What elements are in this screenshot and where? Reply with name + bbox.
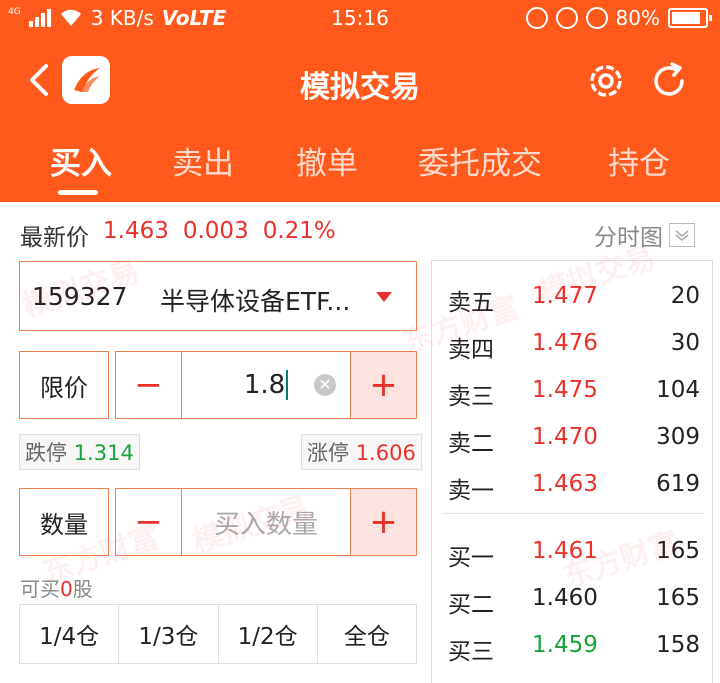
price-input[interactable]: 1.8 ✕ — [182, 352, 350, 418]
rotation-lock-icon — [555, 7, 578, 29]
quantity-stepper: − 买入数量 + — [115, 488, 417, 556]
quote-line: 最新价 1.463 0.003 0.21% — [20, 218, 336, 252]
title-bar: 模拟交易 — [0, 40, 720, 120]
ask-row: 卖一 1.463 619 — [448, 471, 700, 505]
price-change-pct: 0.21% — [262, 218, 336, 244]
ratio-third-button[interactable]: 1/3仓 — [119, 605, 219, 663]
ratio-half-button[interactable]: 1/2仓 — [219, 605, 318, 663]
limit-up-badge: 涨停 1.606 — [301, 434, 422, 470]
bid-volume: 158 — [656, 632, 700, 658]
clock: 15:16 — [331, 6, 389, 30]
ask-volume: 20 — [670, 283, 700, 309]
limit-up-price: 1.606 — [355, 441, 416, 465]
limit-down-label: 跌停 — [25, 441, 67, 465]
tab-cancel[interactable]: 撤单 — [296, 138, 358, 183]
ask-volume: 309 — [656, 424, 700, 450]
ask-price: 1.477 — [532, 283, 598, 309]
bid-price: 1.459 — [532, 632, 598, 658]
ask-label: 卖二 — [448, 431, 494, 457]
battery-icon — [668, 8, 712, 28]
stock-name: 半导体设备ETF... — [160, 287, 351, 316]
ask-volume: 619 — [656, 471, 700, 497]
limit-down-price: 1.314 — [73, 441, 134, 465]
price-stepper: − 1.8 ✕ + — [115, 351, 417, 419]
chevron-down-icon — [669, 223, 695, 247]
price-type-selector[interactable]: 限价 — [19, 351, 109, 419]
stock-selector[interactable]: 159327 半导体设备ETF... — [19, 261, 417, 331]
price-minus-button[interactable]: − — [116, 352, 182, 418]
bid-label: 买一 — [448, 545, 494, 571]
bid-row: 买三 1.459 158 — [448, 632, 700, 666]
can-buy-prefix: 可买 — [20, 577, 60, 601]
quantity-placeholder: 买入数量 — [213, 509, 318, 540]
battery-percent: 80% — [615, 6, 660, 30]
text-cursor — [286, 370, 289, 400]
stock-code: 159327 — [32, 282, 128, 311]
price-change: 0.003 — [182, 218, 249, 244]
quantity-input[interactable]: 买入数量 — [182, 489, 350, 555]
bid-row: 买二 1.460 165 — [448, 585, 700, 619]
latest-price-label: 最新价 — [20, 225, 89, 251]
trade-tabs: 买入 卖出 撤单 委托成交 持仓 — [0, 138, 720, 202]
bid-volume: 165 — [656, 585, 700, 611]
ask-row: 卖二 1.470 309 — [448, 424, 700, 458]
limit-up-label: 涨停 — [307, 441, 349, 465]
tab-buy[interactable]: 买入 — [50, 138, 112, 183]
price-plus-button[interactable]: + — [350, 352, 416, 418]
ask-volume: 30 — [670, 330, 700, 356]
ask-price: 1.476 — [532, 330, 598, 356]
book-divider — [442, 513, 704, 514]
ratio-full-button[interactable]: 全仓 — [318, 605, 416, 663]
ask-row: 卖五 1.477 20 — [448, 283, 700, 317]
ask-volume: 104 — [656, 377, 700, 403]
tab-orders[interactable]: 委托成交 — [418, 138, 542, 183]
bid-volume: 165 — [656, 538, 700, 564]
available-to-buy: 可买0股 — [20, 573, 93, 602]
ask-label: 卖一 — [448, 478, 494, 504]
quantity-plus-button[interactable]: + — [350, 489, 416, 555]
ask-price: 1.463 — [532, 471, 598, 497]
clear-icon[interactable]: ✕ — [314, 374, 336, 396]
ask-label: 卖三 — [448, 384, 494, 410]
bid-label: 买二 — [448, 592, 494, 618]
quantity-minus-button[interactable]: − — [116, 489, 182, 555]
limit-down-badge: 跌停 1.314 — [19, 434, 140, 470]
quantity-label-box: 数量 — [19, 488, 109, 556]
bid-row: 买一 1.461 165 — [448, 538, 700, 572]
bid-price: 1.461 — [532, 538, 598, 564]
active-tab-indicator — [58, 190, 98, 195]
app-header: 4G 3 KB/s VoLTE 15:16 80% 模拟交易 买入 卖出 撤单 … — [0, 0, 720, 202]
bid-price: 1.460 — [532, 585, 598, 611]
position-ratio-buttons: 1/4仓 1/3仓 1/2仓 全仓 — [19, 604, 417, 664]
status-bar: 4G 3 KB/s VoLTE 15:16 80% — [0, 0, 720, 38]
order-book: 卖五 1.477 20 卖四 1.476 30 卖三 1.475 104 卖二 … — [431, 260, 713, 683]
ask-label: 卖五 — [448, 290, 494, 316]
ask-price: 1.475 — [532, 377, 598, 403]
can-buy-count: 0 — [60, 577, 73, 601]
tab-sell[interactable]: 卖出 — [172, 138, 234, 183]
latest-price: 1.463 — [103, 218, 169, 244]
refresh-icon[interactable] — [646, 58, 692, 104]
intraday-chart-toggle[interactable]: 分时图 — [594, 218, 695, 252]
app-notification-icon — [525, 7, 548, 29]
can-buy-suffix: 股 — [72, 577, 93, 601]
gear-icon[interactable] — [583, 58, 629, 104]
quantity-label: 数量 — [40, 510, 88, 539]
ratio-quarter-button[interactable]: 1/4仓 — [20, 605, 120, 663]
ask-row: 卖三 1.475 104 — [448, 377, 700, 411]
tab-positions[interactable]: 持仓 — [608, 138, 670, 183]
dropdown-arrow-icon — [376, 292, 392, 302]
intraday-chart-label: 分时图 — [594, 225, 663, 251]
ask-price: 1.470 — [532, 424, 598, 450]
ask-row: 卖四 1.476 30 — [448, 330, 700, 364]
alarm-icon — [585, 7, 608, 29]
bid-label: 买三 — [448, 639, 494, 665]
ask-label: 卖四 — [448, 337, 494, 363]
price-value: 1.8 — [243, 370, 286, 400]
price-type-label: 限价 — [40, 373, 88, 402]
